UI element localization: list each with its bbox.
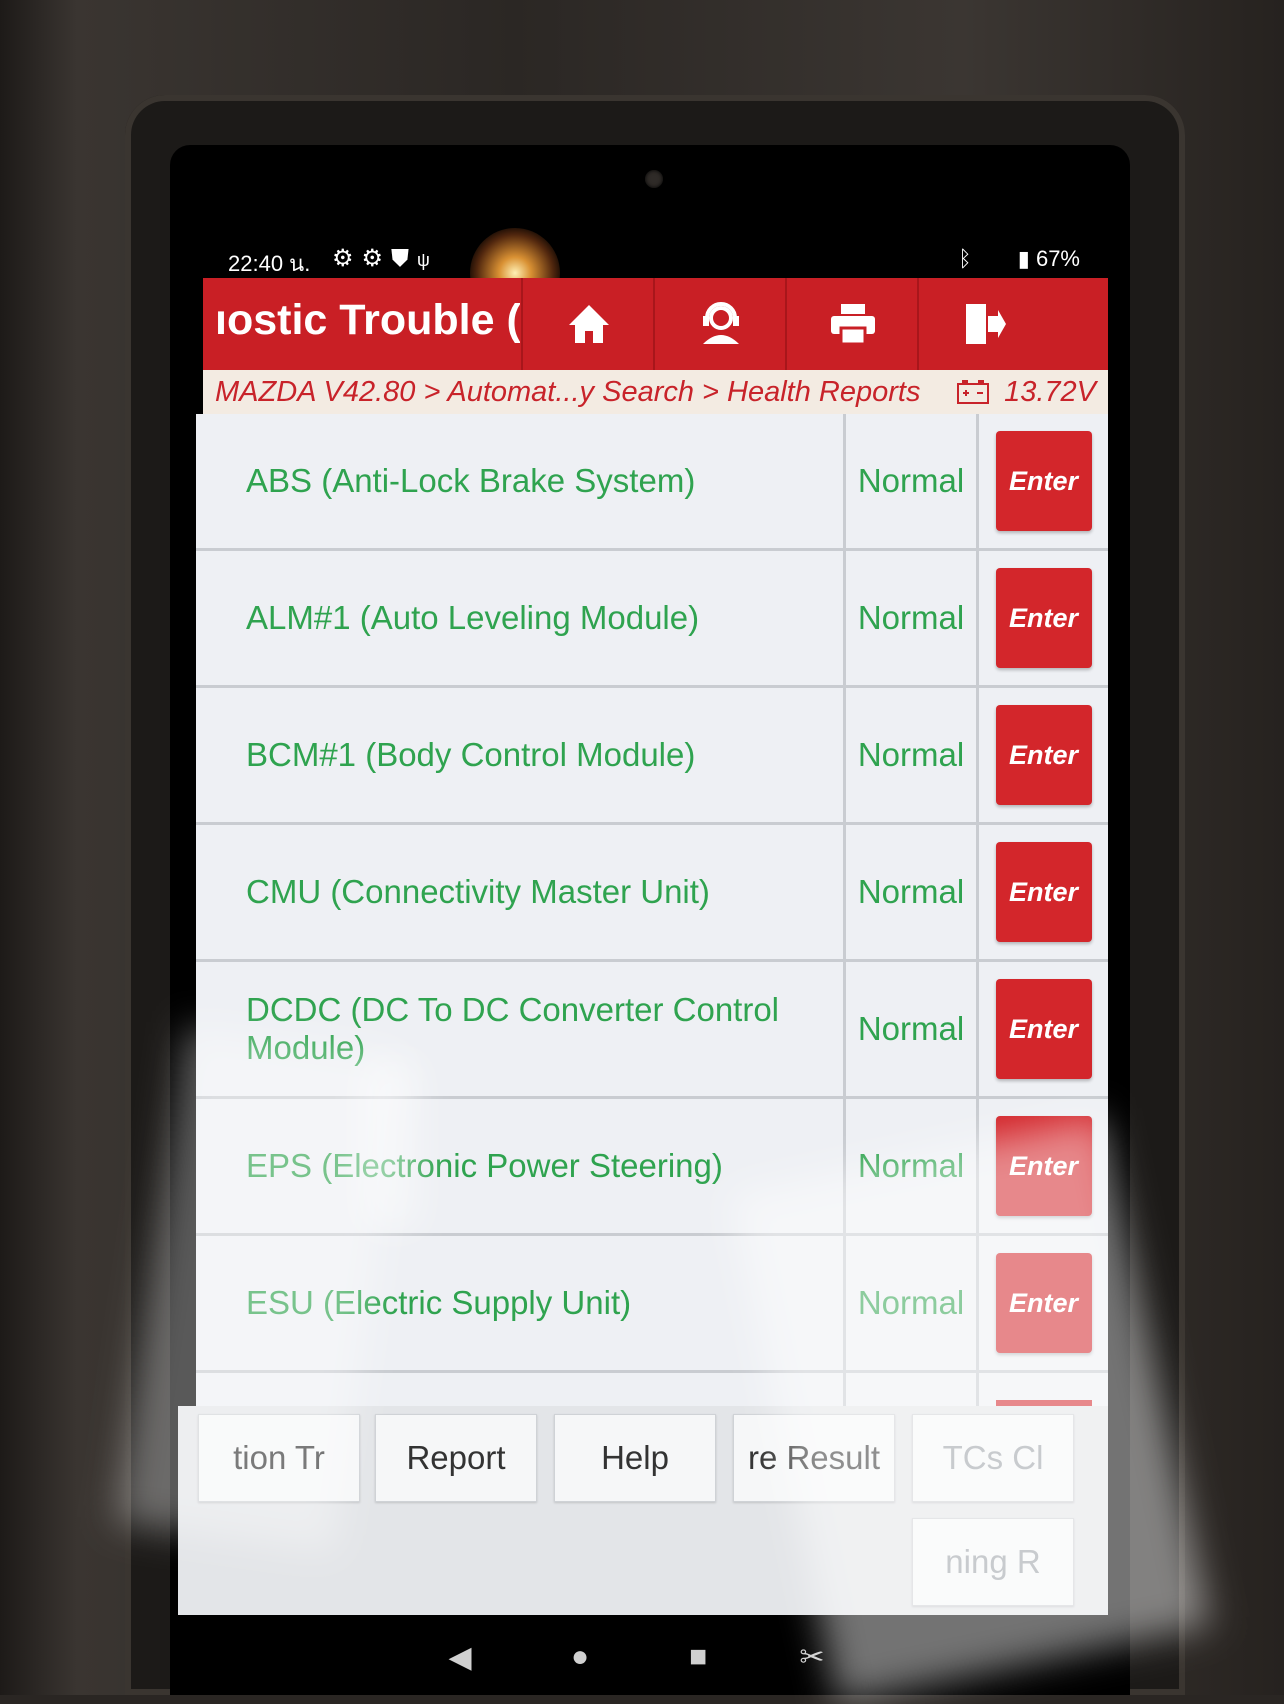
support-icon (703, 302, 739, 344)
list-item: BCM#1 (Body Control Module) Normal Enter (196, 688, 1108, 825)
breadcrumb-right: 13.72V (956, 376, 1096, 409)
status-icons: ⚙⚙⛊ψ (332, 244, 438, 273)
recents-icon[interactable]: ■ (678, 1637, 718, 1677)
enter-button[interactable]: Enter (995, 431, 1092, 531)
exit-icon (966, 304, 1006, 344)
enter-button[interactable]: Enter (995, 842, 1092, 942)
help-button[interactable]: Help (554, 1414, 716, 1502)
usb-icon: ψ (417, 250, 438, 270)
list-item: DCDC (DC To DC Converter Control Module)… (196, 962, 1108, 1099)
gear-icon: ⚙ (332, 245, 362, 272)
report-button[interactable]: Report (375, 1414, 537, 1502)
system-status: Normal (846, 825, 979, 959)
exit-button[interactable] (917, 278, 1051, 370)
toolbar-button-1[interactable]: tion Tr (198, 1414, 360, 1502)
system-name-partial (196, 1373, 846, 1406)
battery-voltage-icon (957, 380, 990, 404)
action-cell: Enter (979, 414, 1108, 548)
action-cell: Enter (979, 962, 1108, 1096)
enter-button[interactable]: Enter (995, 1116, 1092, 1216)
toolbar-button-5[interactable]: TCs Cl (912, 1414, 1074, 1502)
system-list: ABS (Anti-Lock Brake System) Normal Ente… (196, 414, 1108, 1406)
system-name: DCDC (DC To DC Converter Control Module) (196, 962, 846, 1096)
app-header: ıostic Trouble ( (203, 278, 1108, 370)
battery-percent: 67% (1035, 246, 1080, 271)
system-status: Normal (846, 688, 979, 822)
toolbar-button-6[interactable]: ning R (912, 1518, 1074, 1606)
list-item: EPS (Electronic Power Steering) Normal E… (196, 1099, 1108, 1236)
action-cell-partial (979, 1373, 1108, 1406)
system-status: Normal (846, 1099, 979, 1233)
support-button[interactable] (653, 278, 787, 370)
gear-icon: ⚙ (361, 245, 392, 272)
enter-button[interactable]: Enter (995, 568, 1092, 668)
system-status: Normal (846, 1236, 979, 1370)
breadcrumb-path: MAZDA V42.80 > Automat...y Search > Heal… (215, 375, 921, 408)
voltage-readout: 13.72V (1004, 375, 1096, 408)
breadcrumb: MAZDA V42.80 > Automat...y Search > Heal… (203, 370, 1108, 414)
system-status: Normal (846, 551, 979, 685)
enter-button[interactable]: Enter (995, 705, 1092, 805)
home-nav-icon[interactable]: ● (560, 1637, 600, 1677)
list-item: ESU (Electric Supply Unit) Normal Enter (196, 1236, 1108, 1373)
bluetooth-icon: ᛒ (958, 246, 972, 271)
result-button[interactable]: re Result (733, 1414, 895, 1502)
enter-button[interactable]: Enter (995, 979, 1092, 1079)
print-button[interactable] (785, 278, 919, 370)
action-cell: Enter (979, 1099, 1108, 1233)
system-name: ESU (Electric Supply Unit) (196, 1236, 846, 1370)
system-status-partial (846, 1373, 979, 1406)
system-name: ABS (Anti-Lock Brake System) (196, 414, 846, 548)
action-cell: Enter (979, 688, 1108, 822)
nav-bar: ◀ ● ■ ✂ (170, 1615, 1130, 1695)
list-item: CMU (Connectivity Master Unit) Normal En… (196, 825, 1108, 962)
back-icon[interactable]: ◀ (440, 1637, 480, 1677)
list-item: ALM#1 (Auto Leveling Module) Normal Ente… (196, 551, 1108, 688)
action-cell: Enter (979, 1236, 1108, 1370)
home-button[interactable] (521, 278, 655, 370)
system-status: Normal (846, 414, 979, 548)
page-title: ıostic Trouble ( (215, 296, 520, 344)
home-icon (569, 305, 609, 343)
status-time: 22:40 น. (228, 251, 311, 276)
print-icon (831, 304, 875, 346)
system-name: EPS (Electronic Power Steering) (196, 1099, 846, 1233)
list-item-partial (196, 1373, 1108, 1406)
enter-button[interactable]: Enter (995, 1253, 1092, 1353)
camera-lens (645, 170, 663, 188)
shield-icon: ⛊ (391, 245, 418, 272)
list-item: ABS (Anti-Lock Brake System) Normal Ente… (196, 414, 1108, 551)
screenshot-icon[interactable]: ✂ (792, 1637, 832, 1677)
status-right: ᛒ ▮ 67% (958, 246, 1080, 272)
action-cell: Enter (979, 551, 1108, 685)
status-bar: 22:40 น. ⚙⚙⛊ψ ᛒ ▮ 67% (220, 238, 1080, 278)
action-cell: Enter (979, 825, 1108, 959)
system-status: Normal (846, 962, 979, 1096)
system-name: ALM#1 (Auto Leveling Module) (196, 551, 846, 685)
system-name: BCM#1 (Body Control Module) (196, 688, 846, 822)
battery-icon: ▮ (1017, 246, 1030, 271)
system-name: CMU (Connectivity Master Unit) (196, 825, 846, 959)
bottom-toolbar: tion Tr Report Help re Result TCs Cl nin… (178, 1406, 1108, 1615)
